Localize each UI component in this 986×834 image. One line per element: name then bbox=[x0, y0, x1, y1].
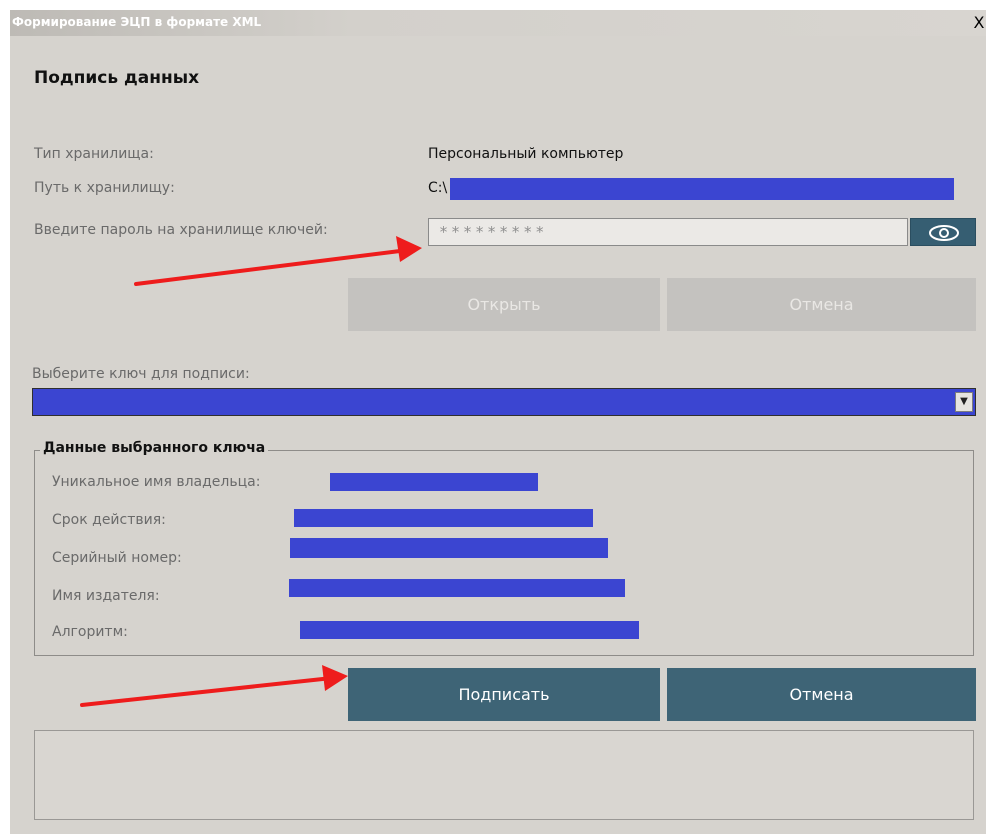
cancel-button[interactable]: Отмена bbox=[667, 668, 976, 721]
password-field[interactable]: ********* bbox=[428, 218, 908, 246]
redacted-storage-path bbox=[450, 178, 954, 200]
close-button[interactable]: X bbox=[972, 13, 986, 33]
key-select-label: Выберите ключ для подписи: bbox=[32, 366, 250, 382]
storage-type-label: Тип хранилища: bbox=[34, 146, 154, 162]
redacted-serial-number bbox=[290, 538, 608, 558]
page-title: Подпись данных bbox=[34, 68, 200, 88]
status-message-area bbox=[34, 730, 974, 820]
title-bar: Формирование ЭЦП в формате XML X bbox=[10, 10, 986, 36]
storage-path-value: C:\ bbox=[428, 180, 448, 196]
key-details-title: Данные выбранного ключа bbox=[40, 440, 269, 456]
storage-path-label: Путь к хранилищу: bbox=[34, 180, 175, 196]
arrow-to-sign-button bbox=[80, 665, 348, 707]
cancel-open-button[interactable]: Отмена bbox=[667, 278, 976, 331]
redacted-validity bbox=[294, 509, 593, 527]
sign-button[interactable]: Подписать bbox=[348, 668, 660, 721]
redacted-issuer-name bbox=[289, 579, 625, 597]
arrow-to-password bbox=[134, 236, 422, 286]
owner-name-label: Уникальное имя владельца: bbox=[52, 474, 261, 490]
password-label: Введите пароль на хранилище ключей: bbox=[34, 222, 328, 238]
eye-icon bbox=[929, 225, 959, 241]
redacted-algorithm bbox=[300, 621, 639, 639]
algorithm-label: Алгоритм: bbox=[52, 624, 128, 640]
serial-number-label: Серийный номер: bbox=[52, 550, 182, 566]
redacted-owner-name bbox=[330, 473, 538, 491]
show-password-button[interactable] bbox=[910, 218, 976, 246]
open-button[interactable]: Открыть bbox=[348, 278, 660, 331]
validity-label: Срок действия: bbox=[52, 512, 166, 528]
window-title: Формирование ЭЦП в формате XML bbox=[12, 15, 262, 29]
key-select[interactable]: ▼ bbox=[32, 388, 976, 416]
issuer-name-label: Имя издателя: bbox=[52, 588, 160, 604]
chevron-down-icon[interactable]: ▼ bbox=[955, 392, 973, 412]
signature-dialog: Формирование ЭЦП в формате XML X Подпись… bbox=[10, 10, 986, 834]
storage-type-value: Персональный компьютер bbox=[428, 146, 624, 162]
